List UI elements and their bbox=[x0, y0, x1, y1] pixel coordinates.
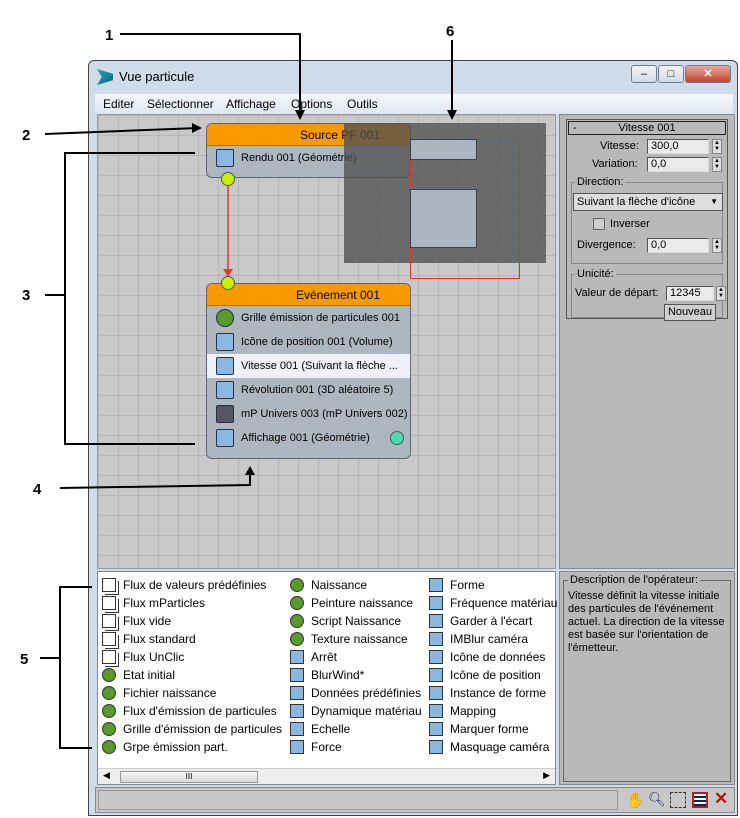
callout-3: 3 bbox=[22, 287, 30, 304]
callout-1-arrow bbox=[120, 33, 301, 115]
callout-6: 6 bbox=[446, 23, 454, 40]
callout-1: 1 bbox=[105, 27, 113, 44]
callout-2-arrow bbox=[44, 127, 199, 135]
callout-5-bracket bbox=[59, 586, 92, 749]
callout-2: 2 bbox=[22, 127, 30, 144]
callout-5: 5 bbox=[20, 651, 28, 668]
callout-3-bracket bbox=[64, 152, 195, 445]
callout-layer: 1 2 3 4 5 6 bbox=[20, 23, 457, 749]
callout-4: 4 bbox=[33, 481, 42, 498]
callout-4-arrow bbox=[59, 470, 251, 489]
